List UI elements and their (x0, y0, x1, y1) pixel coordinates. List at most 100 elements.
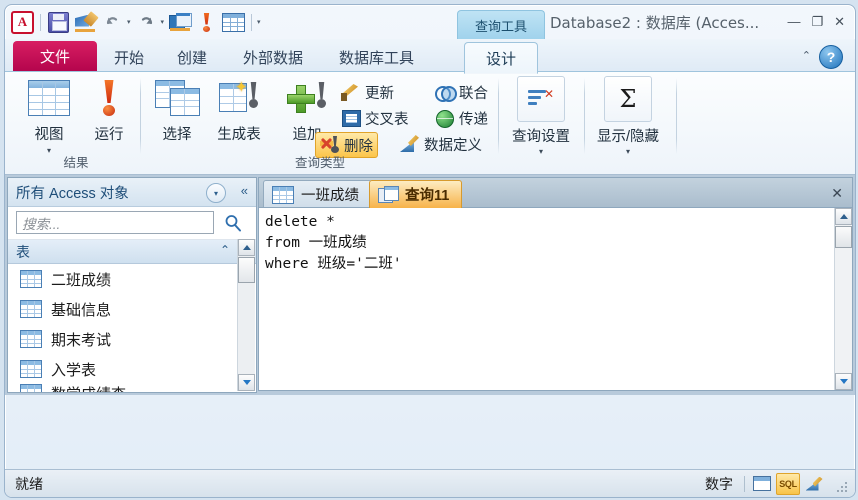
table-icon (20, 384, 42, 392)
show-hide-label: 显示/隐藏 (596, 129, 660, 145)
passthrough-query-icon (435, 109, 454, 128)
status-bar: 就绪 数字 SQL (5, 469, 855, 497)
nav-group-header-tables[interactable]: 表 ⌃ (8, 240, 256, 264)
crosstab-query-button[interactable]: 交叉表 (337, 106, 413, 130)
navigation-pane-collapse-icon[interactable]: « (241, 183, 248, 198)
tab-database-tools[interactable]: 数据库工具 (330, 42, 423, 72)
crosstab-query-icon (341, 109, 361, 127)
run-button-label: 运行 (94, 127, 124, 143)
resize-grip[interactable] (835, 480, 847, 492)
list-item[interactable]: 期末考试 (8, 324, 256, 354)
navigation-pane-dropdown-icon[interactable]: ▾ (206, 183, 226, 203)
collapse-ribbon-icon[interactable]: ⌃ (802, 49, 811, 62)
datasheet-icon[interactable] (222, 11, 246, 34)
close-document-icon[interactable]: ✕ (831, 185, 843, 202)
union-query-button[interactable]: 联合 (431, 80, 492, 104)
data-definition-icon (400, 135, 419, 153)
datasheet-view-button[interactable] (751, 474, 773, 494)
sql-text[interactable]: delete * from 一班成绩 where 班级='二班' (265, 212, 828, 275)
quick-access-toolbar: A ▾ ▾ ▾ (11, 9, 261, 35)
chevron-up-icon[interactable]: ⌃ (220, 243, 230, 257)
scroll-down-button[interactable] (238, 374, 255, 391)
ribbon-group-results: 视图 ▾ 运行 结果 (11, 72, 141, 174)
run-icon[interactable] (195, 11, 218, 34)
contextual-tab-query-tools[interactable]: 查询工具 (457, 10, 545, 40)
view-button[interactable]: 视图 ▾ (19, 76, 79, 155)
table-view-icon (28, 76, 70, 120)
document-tab-label: 查询11 (405, 188, 450, 204)
document-tab-query[interactable]: 查询11 (369, 180, 463, 208)
redo-icon[interactable] (135, 11, 158, 34)
navigation-pane-header[interactable]: 所有 Access 对象 ▾ « (8, 178, 256, 207)
query-setup-button[interactable]: ✕ 查询设置 ▾ (504, 76, 578, 156)
sql-view-button[interactable]: SQL (776, 472, 800, 495)
qat-divider-2 (251, 13, 253, 31)
scroll-up-button[interactable] (835, 208, 852, 225)
scrollbar-thumb[interactable] (238, 257, 255, 283)
group-divider-4 (676, 78, 677, 154)
search-icon[interactable] (224, 214, 242, 237)
editor-scrollbar[interactable] (834, 208, 852, 390)
undo-icon[interactable] (101, 11, 124, 34)
show-hide-button[interactable]: Σ 显示/隐藏 ▾ (591, 76, 665, 156)
sql-view-label: SQL (779, 478, 797, 489)
ribbon: 视图 ▾ 运行 结果 选择 ✦ 生成表 追加 更新 联合 交叉表 传递 删除 数… (5, 72, 855, 175)
ribbon-tab-strip: 文件 开始 创建 外部数据 数据库工具 设计 ⌃ ? (5, 39, 855, 74)
qat-divider-1 (40, 13, 41, 31)
restore-icon[interactable]: ❐ (811, 15, 823, 28)
design-view-icon[interactable] (74, 10, 99, 34)
update-query-label: 更新 (365, 85, 394, 102)
tab-home[interactable]: 开始 (105, 42, 153, 72)
select-query-label: 选择 (162, 127, 192, 143)
list-item[interactable]: 入学表 (8, 354, 256, 384)
group-divider-2 (498, 78, 499, 154)
help-icon[interactable]: ? (819, 45, 843, 69)
navigation-search-row: 搜索... (8, 207, 256, 240)
design-view-button[interactable] (803, 474, 825, 494)
save-icon[interactable] (47, 11, 70, 34)
ribbon-group-query-type: 选择 ✦ 生成表 追加 更新 联合 交叉表 传递 删除 数据定义 查询类型 (141, 72, 499, 174)
list-item-label: 入学表 (51, 361, 97, 379)
access-logo-icon: A (11, 10, 34, 34)
nav-group-label: 表 (16, 243, 30, 260)
ribbon-group-show-hide: Σ 显示/隐藏 ▾ (585, 72, 677, 174)
tab-create[interactable]: 创建 (168, 42, 216, 72)
make-table-query-icon: ✦ (219, 76, 259, 120)
tab-file[interactable]: 文件 (13, 41, 97, 72)
window-title: Database2 : 数据库 (Acces... (550, 14, 760, 32)
redo-dropdown-icon[interactable]: ▾ (161, 18, 165, 26)
tab-design[interactable]: 设计 (464, 42, 538, 74)
select-query-button[interactable]: 选择 (147, 76, 207, 144)
list-item[interactable]: 基础信息 (8, 294, 256, 324)
passthrough-query-button[interactable]: 传递 (431, 106, 492, 130)
window-icon[interactable] (168, 11, 192, 34)
tab-external-data[interactable]: 外部数据 (234, 42, 312, 72)
status-text: 就绪 (15, 475, 43, 492)
nav-scrollbar[interactable] (237, 239, 255, 391)
scroll-up-button[interactable] (238, 239, 255, 256)
scrollbar-thumb[interactable] (835, 226, 852, 248)
list-item[interactable]: 数学成绩查 (8, 384, 256, 392)
access-logo-letter: A (11, 10, 34, 34)
window-controls: — ❐ ✕ (787, 15, 845, 28)
update-query-button[interactable]: 更新 (337, 80, 398, 104)
show-hide-dropdown-icon[interactable]: ▾ (626, 147, 630, 156)
update-query-icon (341, 83, 360, 101)
search-input[interactable]: 搜索... (16, 211, 214, 234)
table-icon (20, 300, 42, 318)
status-divider (744, 475, 745, 492)
scroll-down-button[interactable] (835, 373, 852, 390)
list-item-label: 数学成绩查 (51, 384, 126, 393)
document-tab-table[interactable]: 一班成绩 (263, 180, 372, 208)
minimize-icon[interactable]: — (787, 15, 800, 28)
list-item[interactable]: 二班成绩 (8, 264, 256, 294)
query-setup-dropdown-icon[interactable]: ▾ (539, 147, 543, 156)
make-table-query-button[interactable]: ✦ 生成表 (209, 76, 269, 144)
run-button[interactable]: 运行 (79, 76, 139, 144)
qat-overflow-icon[interactable]: ▾ (257, 18, 261, 26)
sql-editor[interactable]: delete * from 一班成绩 where 班级='二班' (258, 207, 853, 391)
document-area: 一班成绩 查询11 ✕ delete * from 一班成绩 where 班级=… (258, 177, 853, 391)
undo-dropdown-icon[interactable]: ▾ (127, 18, 131, 26)
close-icon[interactable]: ✕ (834, 15, 845, 28)
union-query-icon (435, 83, 457, 102)
